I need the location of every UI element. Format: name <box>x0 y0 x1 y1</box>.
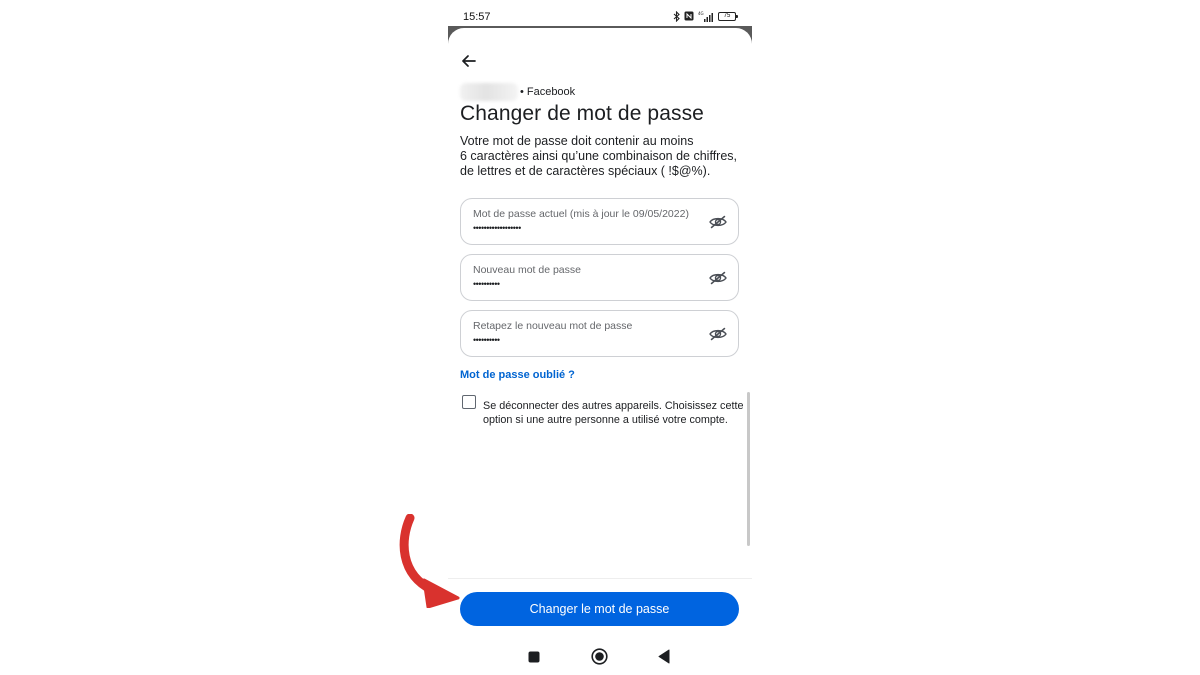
nfc-icon <box>684 11 694 21</box>
account-separator: • <box>520 86 524 98</box>
svg-text:4G: 4G <box>698 11 704 16</box>
current-password-field[interactable]: Mot de passe actuel (mis à jour le 09/05… <box>460 198 739 245</box>
account-line: • Facebook <box>460 83 575 101</box>
page-title: Changer de mot de passe <box>460 102 704 125</box>
signal-icon: 4G <box>698 11 714 22</box>
system-back-button[interactable] <box>658 649 670 664</box>
password-requirements: Votre mot de passe doit contenir au moin… <box>460 134 750 179</box>
retype-password-value: •••••••••• <box>473 335 500 345</box>
checkbox-label-line: Se déconnecter des autres appareils. Cho… <box>483 400 744 412</box>
home-button[interactable] <box>591 648 608 665</box>
description-line: Votre mot de passe doit contenir au moin… <box>460 134 694 148</box>
phone-screen: 15:57 4G 75 • Facebook Changer de mot de… <box>448 0 752 675</box>
status-bar: 15:57 4G 75 <box>448 0 752 28</box>
eye-off-icon <box>709 271 727 285</box>
status-icons: 4G 75 <box>673 10 738 22</box>
footer-divider <box>448 578 752 579</box>
show-password-toggle[interactable] <box>708 324 728 344</box>
show-password-toggle[interactable] <box>708 212 728 232</box>
logout-other-devices-checkbox[interactable] <box>462 395 476 409</box>
description-line: de lettres et de caractères spéciaux ( !… <box>460 164 711 178</box>
retype-password-label: Retapez le nouveau mot de passe <box>473 320 633 332</box>
new-password-field[interactable]: Nouveau mot de passe •••••••••• <box>460 254 739 301</box>
battery-level: 75 <box>723 12 731 19</box>
description-line: 6 caractères ainsi qu’une combinaison de… <box>460 149 738 163</box>
eye-off-icon <box>709 327 727 341</box>
new-password-label: Nouveau mot de passe <box>473 264 581 276</box>
circle-icon <box>591 648 608 665</box>
battery-icon: 75 <box>718 11 738 21</box>
account-service: Facebook <box>526 86 576 98</box>
recents-button[interactable] <box>528 651 540 663</box>
change-password-button[interactable]: Changer le mot de passe <box>460 592 739 626</box>
new-password-value: •••••••••• <box>473 279 500 289</box>
arrow-left-icon <box>462 55 476 67</box>
checkbox-label-line: option si une autre personne a utilisé v… <box>483 414 728 426</box>
back-button[interactable] <box>460 52 478 70</box>
logout-other-devices-label: Se déconnecter des autres appareils. Cho… <box>483 399 743 427</box>
square-icon <box>528 651 540 663</box>
triangle-back-icon <box>658 649 670 664</box>
current-password-label: Mot de passe actuel (mis à jour le 09/05… <box>473 208 689 220</box>
status-time: 15:57 <box>463 11 491 23</box>
current-password-value: •••••••••••••••••• <box>473 223 521 233</box>
system-navigation-bar <box>448 640 752 675</box>
red-curved-arrow-icon <box>399 514 460 608</box>
eye-off-icon <box>709 215 727 229</box>
show-password-toggle[interactable] <box>708 268 728 288</box>
blurred-account-name <box>460 83 518 101</box>
bluetooth-icon <box>673 10 680 22</box>
retype-password-field[interactable]: Retapez le nouveau mot de passe ••••••••… <box>460 310 739 357</box>
forgot-password-link[interactable]: Mot de passe oublié ? <box>460 369 575 381</box>
scrollbar[interactable] <box>747 392 750 546</box>
